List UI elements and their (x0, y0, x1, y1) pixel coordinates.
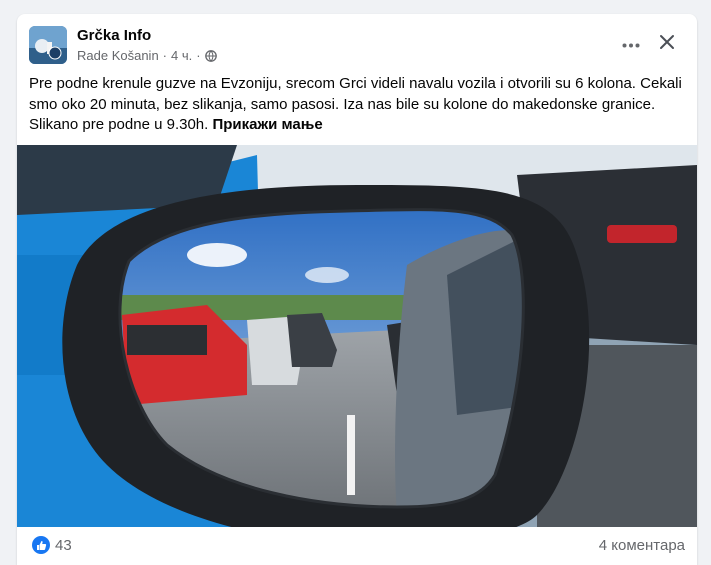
globe-icon (204, 49, 217, 62)
comment-count[interactable]: 4 коментара (599, 537, 685, 554)
post-time[interactable]: 4 ч. (171, 48, 192, 63)
post-header: Grčka Info Rade Košanin · 4 ч. · (17, 14, 697, 76)
post-text: Pre podne krenule guzve na Evzoniju, sre… (29, 75, 682, 133)
like-thumb-icon[interactable] (32, 536, 50, 554)
see-less-link[interactable]: Прикажи мање (212, 116, 322, 133)
meta-separator: · (162, 48, 168, 63)
more-options-icon (622, 35, 640, 53)
page-avatar[interactable] (29, 26, 67, 64)
post-photo[interactable] (17, 145, 697, 527)
photo-image (17, 145, 697, 527)
post-footer: 43 4 коментара (17, 527, 697, 565)
close-button[interactable] (653, 30, 681, 58)
page-name[interactable]: Grčka Info (77, 27, 151, 44)
meta-separator-2: · (196, 48, 201, 63)
close-icon (659, 34, 675, 55)
post-card: Grčka Info Rade Košanin · 4 ч. · Pre pod… (17, 14, 697, 565)
like-count[interactable]: 43 (55, 537, 72, 554)
post-body: Pre podne krenule guzve na Evzoniju, sre… (29, 74, 689, 136)
author-name[interactable]: Rade Košanin (77, 48, 159, 63)
more-options-button[interactable] (613, 32, 649, 56)
post-meta: Rade Košanin · 4 ч. · (77, 48, 217, 63)
